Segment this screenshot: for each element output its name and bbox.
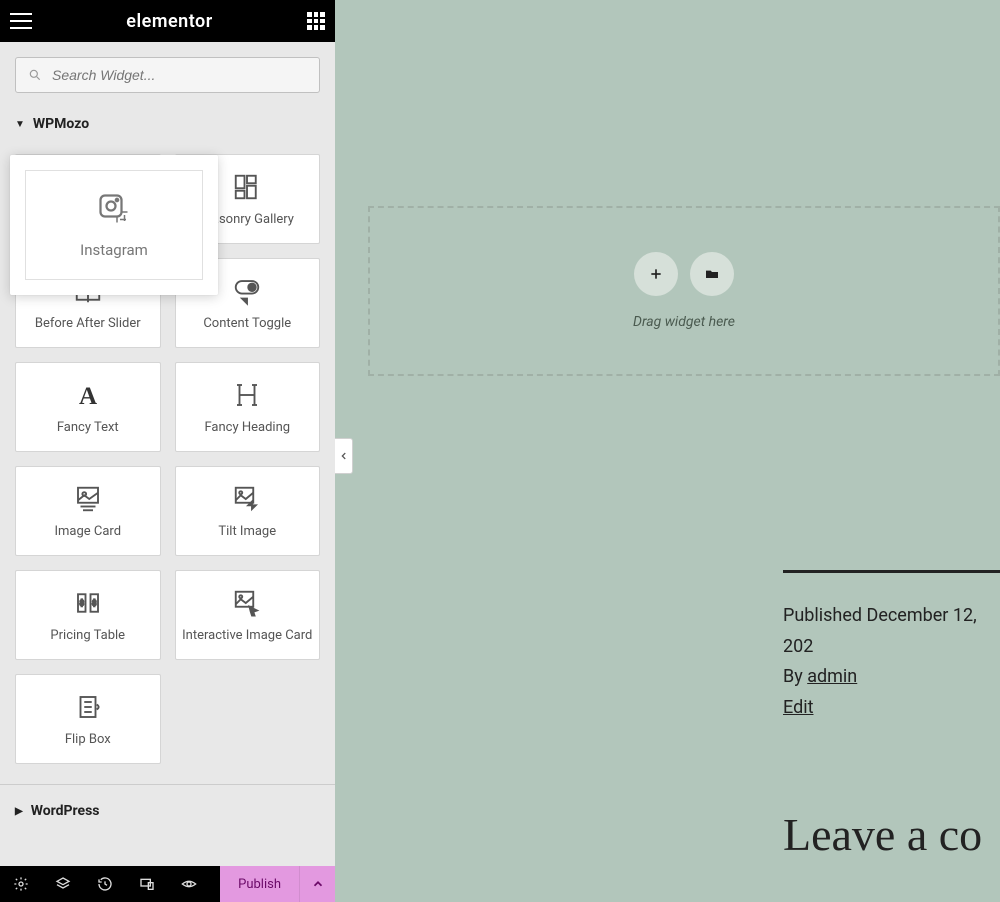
widget-pricing-table[interactable]: $$ Pricing Table (15, 570, 161, 660)
leave-comment-heading: Leave a co (783, 808, 982, 861)
widget-label: Pricing Table (50, 628, 125, 643)
svg-text:$: $ (79, 598, 83, 607)
search-icon (28, 68, 42, 82)
eye-icon (181, 876, 197, 892)
chevron-up-icon (311, 877, 325, 891)
widget-fancy-text[interactable]: A Fancy Text (15, 362, 161, 452)
widget-label: Before After Slider (35, 316, 141, 331)
heading-icon (232, 380, 262, 410)
publish-button[interactable]: Publish (220, 866, 335, 902)
section-wordpress-wrap: ▶ WordPress (0, 784, 335, 837)
history-icon (97, 876, 113, 892)
widget-label: Image Card (54, 524, 121, 539)
folder-icon (704, 266, 720, 282)
widget-label: Interactive Image Card (182, 628, 312, 643)
template-library-button[interactable] (690, 252, 734, 296)
plus-icon (648, 266, 664, 282)
section-label: WPMozo (33, 116, 89, 132)
navigator-button[interactable] (42, 866, 84, 902)
widget-interactive-image-card[interactable]: Interactive Image Card (175, 570, 321, 660)
tilt-image-icon (232, 484, 262, 514)
widget-label: Flip Box (65, 732, 111, 747)
widget-label: Content Toggle (203, 316, 291, 331)
drag-preview[interactable]: Instagram (10, 155, 218, 295)
top-bar: elementor (0, 0, 335, 42)
pricing-icon: $$ (73, 588, 103, 618)
settings-button[interactable] (0, 866, 42, 902)
widget-label: Tilt Image (218, 524, 276, 539)
widget-image-card-2[interactable]: Image Card (15, 466, 161, 556)
divider (783, 570, 1000, 573)
apps-grid-icon[interactable] (307, 12, 325, 30)
flip-box-icon (73, 692, 103, 722)
history-button[interactable] (84, 866, 126, 902)
section-wpmozo[interactable]: ▼ WPMozo (0, 108, 335, 140)
responsive-icon (139, 876, 155, 892)
published-line: Published December 12, 202 (783, 601, 1000, 662)
drop-buttons (634, 252, 734, 296)
gear-icon (13, 876, 29, 892)
search-input[interactable] (52, 67, 307, 83)
instagram-icon (96, 191, 132, 227)
masonry-icon (232, 172, 262, 202)
svg-text:$: $ (92, 598, 96, 607)
canvas (335, 0, 1000, 902)
brand-label: elementor (126, 11, 212, 32)
text-icon: A (73, 380, 103, 410)
widget-tilt-image[interactable]: Tilt Image (175, 466, 321, 556)
widget-fancy-heading[interactable]: Fancy Heading (175, 362, 321, 452)
chevron-left-icon (339, 451, 349, 461)
responsive-button[interactable] (126, 866, 168, 902)
author-link[interactable]: admin (807, 666, 857, 687)
image-card-icon (73, 484, 103, 514)
drop-hint: Drag widget here (633, 314, 735, 330)
section-label: WordPress (31, 803, 100, 819)
drag-preview-label: Instagram (80, 241, 148, 259)
chevron-right-icon: ▶ (15, 806, 23, 817)
publish-label: Publish (220, 877, 299, 892)
search-wrap (0, 42, 335, 108)
edit-link[interactable]: Edit (783, 697, 813, 718)
editor-sidebar: elementor ▼ WPMozo Image Card Masonry Ga… (0, 0, 335, 902)
add-section-button[interactable] (634, 252, 678, 296)
svg-text:A: A (79, 382, 97, 409)
bottom-bar: Publish (0, 866, 335, 902)
by-line: By admin (783, 662, 1000, 693)
preview-button[interactable] (168, 866, 210, 902)
toggle-icon (232, 276, 262, 306)
post-meta: Published December 12, 202 By admin Edit (783, 570, 1000, 723)
hamburger-icon[interactable] (10, 13, 32, 29)
drop-zone[interactable]: Drag widget here (368, 206, 1000, 376)
widget-flip-box[interactable]: Flip Box (15, 674, 161, 764)
publish-caret[interactable] (299, 866, 335, 902)
interactive-image-icon (232, 588, 262, 618)
layers-icon (55, 876, 71, 892)
drag-preview-inner: Instagram (25, 170, 203, 280)
chevron-down-icon: ▼ (15, 119, 25, 130)
collapse-sidebar-button[interactable] (335, 438, 353, 474)
widget-label: Fancy Text (57, 420, 119, 435)
widget-label: Fancy Heading (204, 420, 290, 435)
section-wordpress[interactable]: ▶ WordPress (0, 795, 335, 827)
search-box[interactable] (15, 57, 320, 93)
